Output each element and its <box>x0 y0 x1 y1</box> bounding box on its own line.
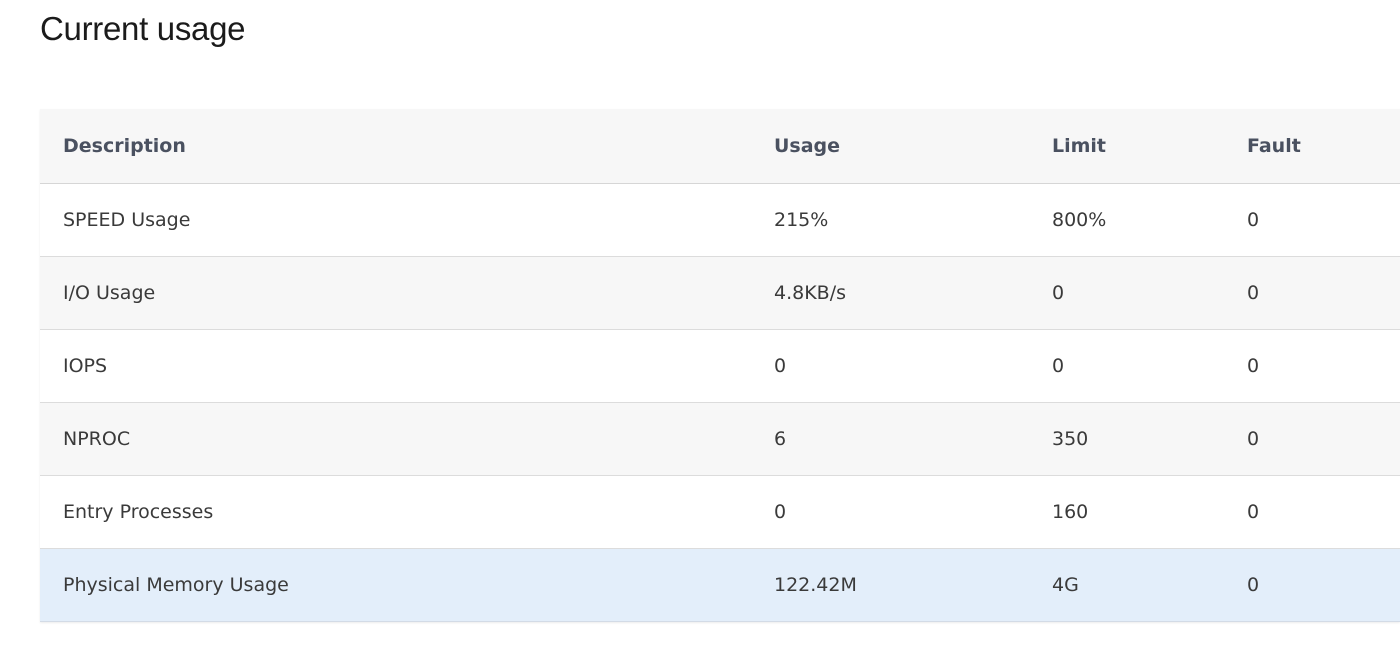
cell-usage: 6 <box>751 402 1029 476</box>
cell-description: I/O Usage <box>40 256 751 330</box>
cell-description: Physical Memory Usage <box>40 548 751 622</box>
cell-description: NPROC <box>40 402 751 476</box>
table-body: SPEED Usage 215% 800% 0 I/O Usage 4.8KB/… <box>40 183 1400 622</box>
cell-limit: 0 <box>1029 256 1224 330</box>
table-row: I/O Usage 4.8KB/s 0 0 <box>40 256 1400 330</box>
cell-fault: 0 <box>1224 475 1400 549</box>
cell-usage: 4.8KB/s <box>751 256 1029 330</box>
column-header-limit[interactable]: Limit <box>1029 109 1224 184</box>
cell-usage: 215% <box>751 183 1029 257</box>
cell-limit: 160 <box>1029 475 1224 549</box>
cell-fault: 0 <box>1224 256 1400 330</box>
cell-limit: 800% <box>1029 183 1224 257</box>
table-row: Entry Processes 0 160 0 <box>40 475 1400 549</box>
cell-limit: 4G <box>1029 548 1224 622</box>
cell-usage: 122.42M <box>751 548 1029 622</box>
column-header-description[interactable]: Description <box>40 109 751 184</box>
cell-fault: 0 <box>1224 402 1400 476</box>
table-header: Description Usage Limit Fault <box>40 109 1400 184</box>
cell-limit: 0 <box>1029 329 1224 403</box>
usage-table: Description Usage Limit Fault SPEED Usag… <box>40 109 1400 622</box>
page-title: Current usage <box>40 10 246 47</box>
table-row-highlighted: Physical Memory Usage 122.42M 4G 0 <box>40 548 1400 622</box>
cell-usage: 0 <box>751 475 1029 549</box>
cell-description: SPEED Usage <box>40 183 751 257</box>
cell-description: IOPS <box>40 329 751 403</box>
table-header-row: Description Usage Limit Fault <box>40 109 1400 184</box>
cell-description: Entry Processes <box>40 475 751 549</box>
column-header-fault[interactable]: Fault <box>1224 109 1400 184</box>
column-header-usage[interactable]: Usage <box>751 109 1029 184</box>
cell-fault: 0 <box>1224 329 1400 403</box>
cell-limit: 350 <box>1029 402 1224 476</box>
table-row: SPEED Usage 215% 800% 0 <box>40 183 1400 257</box>
cell-usage: 0 <box>751 329 1029 403</box>
cell-fault: 0 <box>1224 548 1400 622</box>
table-row: NPROC 6 350 0 <box>40 402 1400 476</box>
cell-fault: 0 <box>1224 183 1400 257</box>
table-row: IOPS 0 0 0 <box>40 329 1400 403</box>
